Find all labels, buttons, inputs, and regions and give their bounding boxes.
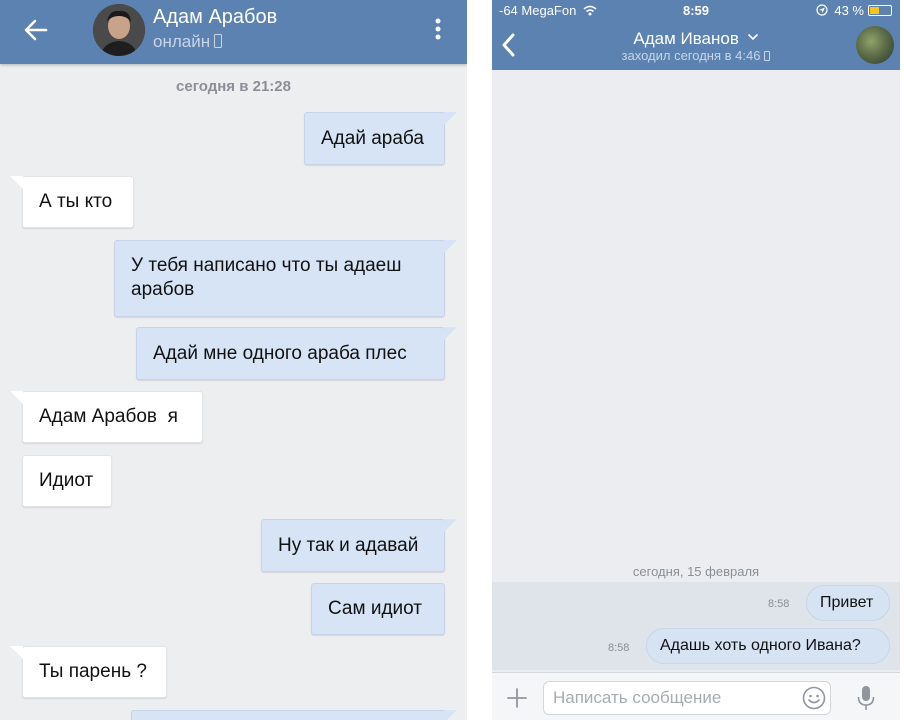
phone-icon: [214, 34, 223, 48]
message-bubble-outgoing[interactable]: Привет: [806, 585, 890, 621]
phone-icon: [764, 51, 771, 61]
message-text: У тебя написано что ты адаеш арабов: [131, 255, 402, 300]
smile-icon[interactable]: [802, 686, 826, 710]
app-bar: Адам Арабов онлайн: [0, 0, 467, 64]
message-bubble-outgoing[interactable]: Адашь хоть одного Ивана?: [646, 628, 890, 664]
message-bubble-outgoing-partial[interactable]: [131, 710, 457, 720]
android-chat-screen: Адам Арабов онлайн сегодня в 21:28 Адай …: [0, 0, 467, 720]
message-bubble-incoming[interactable]: Ты парень ?: [10, 646, 167, 698]
date-separator: сегодня в 21:28: [176, 78, 291, 95]
date-separator: сегодня, 15 февраля: [632, 564, 760, 579]
battery-fill: [870, 7, 879, 14]
message-bubble-outgoing[interactable]: Адай мне одного араба плес: [136, 327, 457, 380]
message-bubble-outgoing[interactable]: Адай араба: [304, 112, 457, 165]
online-status: онлайн: [153, 32, 223, 52]
message-text: Ты парень ?: [39, 661, 147, 682]
message-text: Адай араба: [321, 127, 424, 149]
contact-title[interactable]: Адам Иванов: [492, 29, 900, 49]
battery-status: 43 %: [816, 3, 864, 18]
message-time: 8:58: [608, 642, 630, 654]
last-seen-status: заходил сегодня в 4:46: [492, 48, 900, 63]
arrow-left-icon[interactable]: [22, 16, 50, 44]
message-input[interactable]: Написать сообщение: [543, 681, 831, 715]
message-text: Ну так и адавай: [278, 534, 419, 556]
location-icon: [816, 4, 828, 16]
avatar[interactable]: [856, 26, 894, 64]
message-bubble-outgoing[interactable]: Сам идиот: [311, 583, 445, 635]
message-text: Привет: [820, 594, 874, 611]
message-text: Адашь хоть одного Ивана?: [660, 637, 861, 654]
mic-icon[interactable]: [856, 685, 876, 711]
message-bubble-outgoing[interactable]: Ну так и адавай: [261, 519, 457, 572]
message-text: Идиот: [39, 470, 94, 491]
battery-icon: [868, 5, 892, 16]
message-text: Адай мне одного араба плес: [153, 342, 407, 364]
plus-icon[interactable]: [506, 687, 528, 709]
contact-name: Адам Иванов: [633, 29, 739, 48]
more-vertical-icon[interactable]: [428, 14, 448, 44]
avatar[interactable]: [93, 4, 145, 56]
message-bubble-outgoing[interactable]: У тебя написано что ты адаеш арабов: [114, 240, 457, 317]
navigation-header: -64 MegaFon 8:59 43 % Адам Иванов заходи…: [492, 0, 900, 70]
message-bubble-incoming[interactable]: Идиот: [22, 455, 112, 507]
message-bubble-incoming[interactable]: Адам Арабов я: [10, 391, 203, 443]
chevron-down-icon: [747, 33, 758, 41]
last-seen-text: заходил сегодня в 4:46: [621, 48, 761, 63]
message-text: Адам Арабов я: [39, 406, 178, 427]
message-text: А ты кто: [39, 191, 113, 212]
status-text: онлайн: [153, 32, 211, 51]
message-bubble-incoming[interactable]: А ты кто: [10, 176, 134, 228]
contact-name[interactable]: Адам Арабов: [153, 5, 277, 29]
ios-chat-screen: -64 MegaFon 8:59 43 % Адам Иванов заходи…: [492, 0, 900, 720]
message-time: 8:58: [768, 598, 790, 610]
input-bar: Написать сообщение: [492, 672, 900, 720]
battery-percent: 43 %: [834, 3, 864, 18]
message-text: Сам идиот: [328, 598, 423, 619]
